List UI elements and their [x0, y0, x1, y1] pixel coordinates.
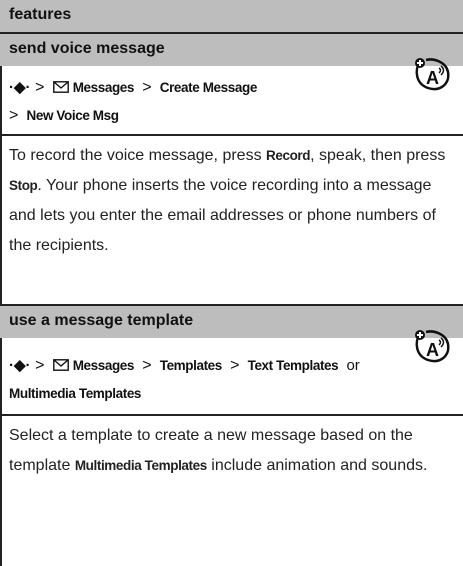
menu-item-create-message: Create Message — [159, 80, 258, 95]
nav-key-icon: ·◆· — [9, 79, 31, 96]
section-body-text: To record the voice message, press Recor… — [9, 147, 446, 254]
menu-path-line-2: Multimedia Templates — [9, 385, 141, 402]
header-title: features — [9, 6, 72, 23]
menu-path-line-1: ·◆· > Messages > Templates > Text Templa… — [9, 357, 360, 374]
menu-item-messages: Messages — [72, 80, 135, 95]
section-body-text: Select a template to create a new messag… — [9, 427, 428, 474]
network-feature-icon: A — [415, 330, 450, 363]
envelope-icon — [52, 81, 69, 93]
features-header: features — [0, 0, 463, 34]
manual-page: features send voice message A ·◆· > Mess… — [0, 0, 463, 566]
divider — [0, 134, 463, 136]
menu-item-multimedia-templates: Multimedia Templates — [74, 458, 207, 473]
menu-item-templates: Templates — [159, 358, 223, 373]
network-feature-icon: A — [415, 58, 450, 91]
menu-item-multimedia-templates: Multimedia Templates — [9, 386, 142, 401]
key-record: Record — [266, 148, 311, 163]
svg-text:A: A — [426, 340, 439, 360]
key-stop: Stop — [9, 178, 38, 193]
section-header-use-a-message-template: use a message template — [0, 306, 463, 338]
menu-path-line-1: ·◆· > Messages > Create Message — [9, 79, 258, 96]
section-header-send-voice-message: send voice message — [0, 34, 463, 66]
section-title: send voice message — [9, 40, 165, 57]
menu-item-new-voice-msg: New Voice Msg — [26, 108, 119, 123]
section-title: use a message template — [9, 312, 194, 329]
svg-text:A: A — [426, 68, 439, 88]
menu-item-messages: Messages — [72, 358, 135, 373]
menu-item-text-templates: Text Templates — [247, 358, 339, 373]
envelope-icon — [52, 359, 69, 371]
divider — [0, 414, 463, 416]
menu-path-line-2: > New Voice Msg — [9, 107, 119, 124]
or-text: or — [346, 357, 360, 374]
nav-key-icon: ·◆· — [9, 357, 31, 374]
